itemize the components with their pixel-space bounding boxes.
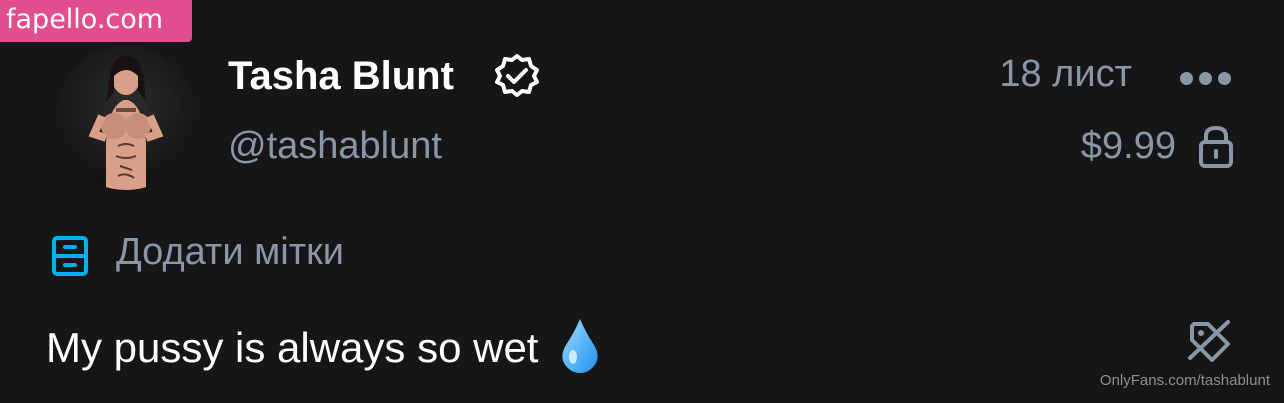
verified-badge-icon <box>495 54 539 97</box>
post-text-content: My pussy is always so wet <box>46 324 539 371</box>
post-text: My pussy is always so wet <box>46 318 600 375</box>
author-handle[interactable]: @tashablunt <box>228 122 442 170</box>
tag-off-icon[interactable] <box>1186 318 1234 364</box>
source-watermark: OnlyFans.com/tashablunt <box>1099 372 1270 389</box>
author-name[interactable]: Tasha Blunt <box>228 52 454 100</box>
more-options-button[interactable] <box>1176 60 1234 96</box>
post-price: $9.99 <box>1080 125 1176 167</box>
author-avatar[interactable] <box>54 46 198 190</box>
lock-icon <box>1199 125 1233 168</box>
tag-list-icon[interactable] <box>50 234 94 278</box>
avatar-image <box>88 56 164 190</box>
site-watermark: fapello.com <box>0 0 192 42</box>
more-horizontal-icon <box>1179 71 1193 85</box>
add-tags-link[interactable]: Додати мітки <box>116 228 344 276</box>
post-date[interactable]: 18 лист <box>999 50 1132 98</box>
water-drop-emoji <box>562 318 598 373</box>
